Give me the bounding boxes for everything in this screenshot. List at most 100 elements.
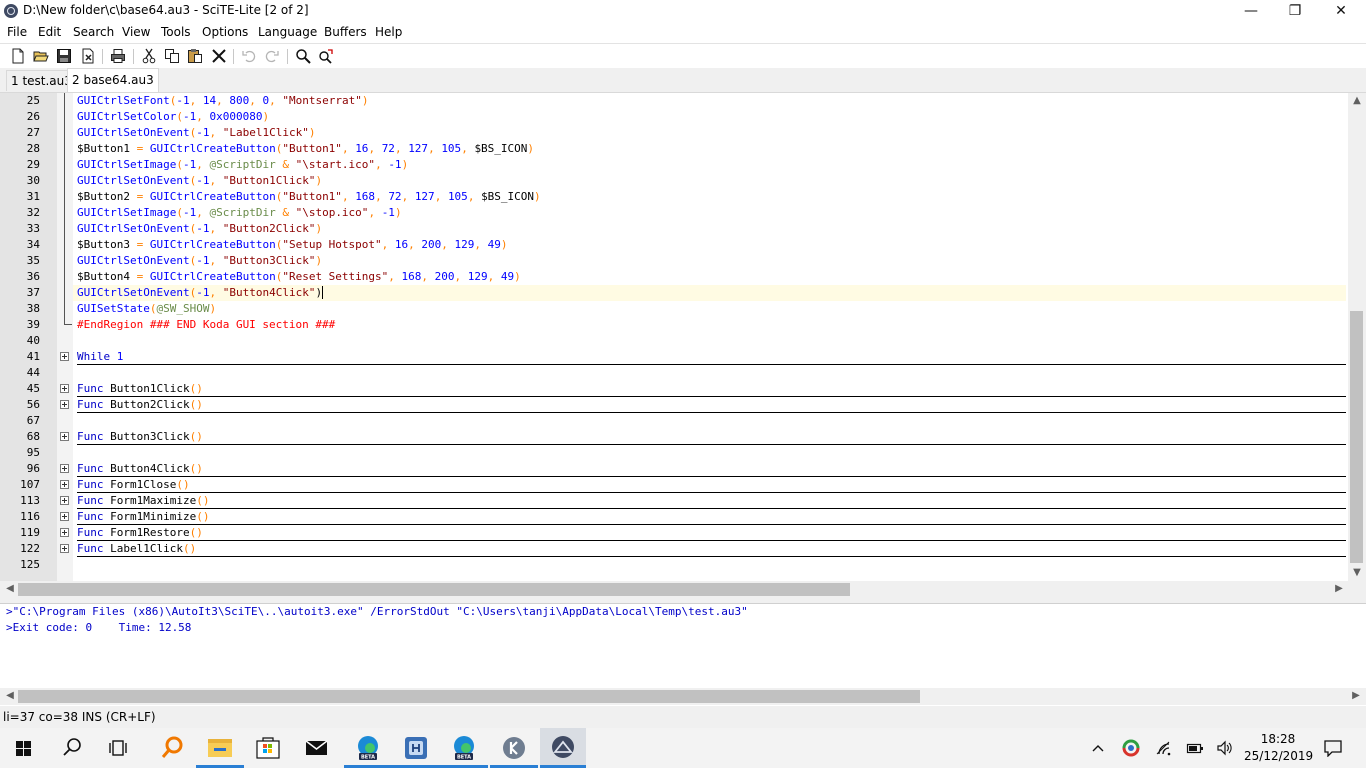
code-line[interactable]: GUICtrlSetColor(-1, 0x000080) (77, 109, 269, 125)
horizontal-scroll-thumb[interactable] (18, 583, 850, 596)
scroll-right-arrow[interactable]: ▶ (1333, 583, 1345, 594)
code-line[interactable]: GUICtrlSetOnEvent(-1, "Label1Click") (77, 125, 315, 141)
code-line[interactable]: Func Button2Click() (77, 397, 203, 413)
battery-icon[interactable] (1186, 740, 1204, 756)
menu-file[interactable]: File (7, 25, 27, 39)
clock-time[interactable]: 18:28 (1244, 731, 1312, 747)
menu-language[interactable]: Language (258, 25, 317, 39)
output-pane[interactable]: >"C:\Program Files (x86)\AutoIt3\SciTE\.… (0, 604, 1366, 705)
code-line[interactable]: Func Button4Click() (77, 461, 203, 477)
code-line[interactable]: GUISetState(@SW_SHOW) (77, 301, 216, 317)
scroll-left-arrow[interactable]: ◀ (4, 583, 16, 594)
search-icon[interactable] (48, 728, 96, 768)
volume-icon[interactable] (1216, 740, 1234, 756)
code-token: () (196, 510, 210, 523)
find-icon[interactable] (295, 48, 311, 64)
task-view-icon[interactable] (96, 728, 144, 768)
paste-icon[interactable] (187, 48, 203, 64)
vertical-scroll-thumb[interactable] (1350, 311, 1363, 563)
print-icon[interactable] (110, 48, 126, 64)
fold-expand-icon[interactable] (60, 480, 69, 489)
code-line[interactable]: Func Button3Click() (77, 429, 203, 445)
close-button[interactable]: ✕ (1318, 0, 1364, 22)
code-line[interactable]: GUICtrlSetOnEvent(-1, "Button2Click") (77, 221, 322, 237)
code-line[interactable]: Func Form1Restore() (77, 525, 203, 541)
fold-expand-icon[interactable] (60, 544, 69, 553)
editor-horizontal-scrollbar[interactable]: ◀ ▶ (0, 581, 1348, 598)
wise-care-icon[interactable] (148, 728, 196, 768)
code-editor[interactable]: 25 GUICtrlSetFont(-1, 14, 800, 0, "Montse… (0, 93, 1366, 581)
scroll-up-arrow[interactable]: ▲ (1348, 95, 1366, 106)
menu-view[interactable]: View (122, 25, 150, 39)
code-line[interactable]: While 1 (77, 349, 123, 365)
scite-app-icon[interactable] (4, 4, 18, 18)
code-line[interactable]: $Button4 = GUICtrlCreateButton("Reset Se… (77, 269, 521, 285)
fold-expand-icon[interactable] (60, 432, 69, 441)
fold-expand-icon[interactable] (60, 496, 69, 505)
fold-expand-icon[interactable] (60, 352, 69, 361)
code-line[interactable]: GUICtrlSetOnEvent(-1, "Button1Click") (77, 173, 322, 189)
code-line[interactable]: Func Form1Minimize() (77, 509, 209, 525)
cut-icon[interactable] (141, 48, 157, 64)
maximize-button[interactable]: ❐ (1272, 0, 1318, 22)
code-line[interactable]: Func Button1Click() (77, 381, 203, 397)
menu-buffers[interactable]: Buffers (324, 25, 367, 39)
fold-margin[interactable] (57, 93, 73, 581)
wifi-icon[interactable] (1155, 740, 1173, 756)
menu-search[interactable]: Search (73, 25, 114, 39)
menu-tools[interactable]: Tools (161, 25, 191, 39)
minimize-button[interactable]: — (1228, 0, 1274, 22)
copy-icon[interactable] (164, 48, 180, 64)
fold-expand-icon[interactable] (60, 464, 69, 473)
fold-expand-icon[interactable] (60, 400, 69, 409)
redo-icon[interactable] (264, 48, 280, 64)
code-line[interactable]: GUICtrlSetFont(-1, 14, 800, 0, "Montserr… (77, 93, 368, 109)
open-folder-icon[interactable] (33, 48, 49, 64)
menu-help[interactable]: Help (375, 25, 402, 39)
chevron-up-icon[interactable] (1090, 740, 1106, 756)
code-line[interactable]: $Button3 = GUICtrlCreateButton("Setup Ho… (77, 237, 508, 253)
fold-expand-icon[interactable] (60, 512, 69, 521)
code-line[interactable]: Func Form1Maximize() (77, 493, 209, 509)
folded-block-line (77, 508, 1346, 509)
editor-vertical-scrollbar[interactable]: ▲ ▼ (1348, 93, 1366, 581)
output-horizontal-scrollbar[interactable]: ◀ ▶ (0, 688, 1366, 705)
fold-expand-icon[interactable] (60, 528, 69, 537)
edge-beta-icon[interactable]: BETA (344, 728, 392, 768)
code-line[interactable]: Func Form1Close() (77, 477, 190, 493)
undo-icon[interactable] (241, 48, 257, 64)
code-line[interactable]: Func Label1Click() (77, 541, 196, 557)
delete-icon[interactable] (211, 48, 227, 64)
k-app-icon[interactable] (490, 728, 538, 768)
menu-options[interactable]: Options (202, 25, 248, 39)
tab-base64-au3[interactable]: 2 base64.au3 (67, 68, 159, 92)
close-file-icon[interactable] (80, 48, 96, 64)
save-icon[interactable] (56, 48, 72, 64)
notifications-icon[interactable] (1323, 739, 1343, 757)
scroll-down-arrow[interactable]: ▼ (1348, 567, 1366, 578)
output-scroll-thumb[interactable] (18, 690, 920, 703)
security-tray-icon[interactable] (1122, 739, 1140, 757)
line-number: 33 (26, 222, 40, 235)
mail-icon[interactable] (292, 728, 340, 768)
file-explorer-icon[interactable] (196, 728, 244, 768)
fold-expand-icon[interactable] (60, 384, 69, 393)
clock-date[interactable]: 25/12/2019 (1244, 748, 1313, 764)
code-line[interactable]: #EndRegion ### END Koda GUI section ### (77, 317, 335, 333)
code-line[interactable]: GUICtrlSetOnEvent(-1, "Button4Click") (77, 285, 324, 301)
code-line[interactable]: $Button2 = GUICtrlCreateButton("Button1"… (77, 189, 541, 205)
code-line[interactable]: GUICtrlSetImage(-1, @ScriptDir & "\start… (77, 157, 408, 173)
edge-beta-icon-2[interactable]: BETA (440, 728, 488, 768)
code-line[interactable]: GUICtrlSetImage(-1, @ScriptDir & "\stop.… (77, 205, 402, 221)
hotkey-app-icon[interactable] (392, 728, 440, 768)
menu-edit[interactable]: Edit (38, 25, 61, 39)
replace-icon[interactable] (318, 48, 334, 64)
new-file-icon[interactable] (10, 48, 26, 64)
output-scroll-right-arrow[interactable]: ▶ (1350, 690, 1362, 701)
store-icon[interactable] (244, 728, 292, 768)
code-line[interactable]: GUICtrlSetOnEvent(-1, "Button3Click") (77, 253, 322, 269)
autoit-icon[interactable] (540, 728, 586, 768)
start-icon[interactable] (0, 728, 48, 768)
output-scroll-left-arrow[interactable]: ◀ (4, 690, 16, 701)
code-line[interactable]: $Button1 = GUICtrlCreateButton("Button1"… (77, 141, 534, 157)
